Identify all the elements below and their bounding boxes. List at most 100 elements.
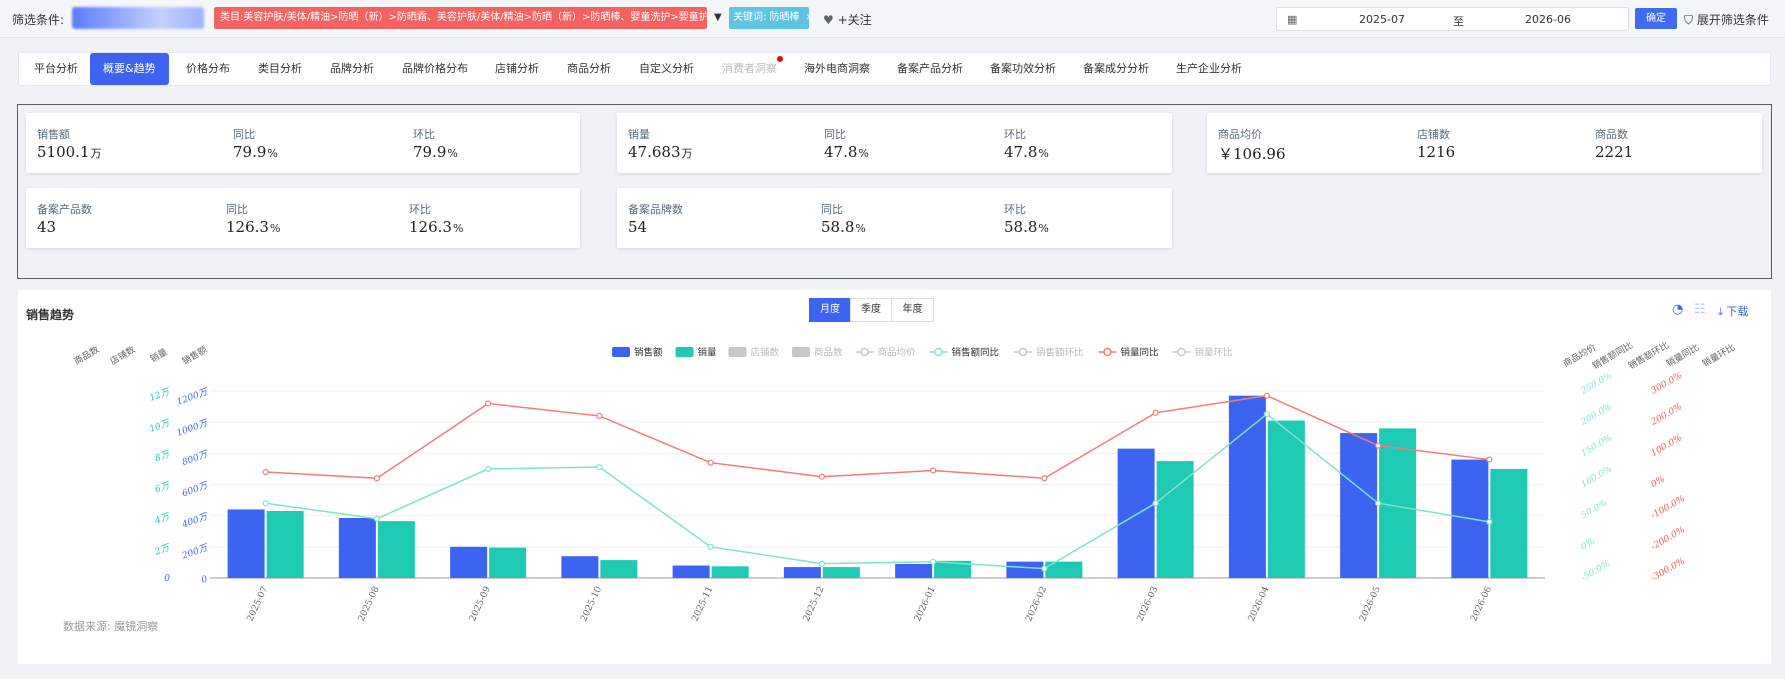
x-tick-label: 2026-03 xyxy=(1135,585,1160,623)
sales-mom-label: 环比 xyxy=(413,128,435,141)
x-tick-label: 2025-09 xyxy=(468,585,493,623)
filed-brands-value: 54 xyxy=(628,218,648,236)
point-volume-yoy xyxy=(262,468,269,476)
confirm-button[interactable]: 确定 xyxy=(1635,8,1677,29)
point-volume-yoy xyxy=(485,400,492,407)
bar-volume xyxy=(489,547,527,578)
legend-swatch xyxy=(792,347,810,357)
sales-yoy-value: 79.9% xyxy=(233,143,278,161)
tab-manufacturers[interactable]: 生产企业分析 xyxy=(1176,53,1242,85)
point-sales-yoy xyxy=(485,465,492,473)
bar-volume xyxy=(711,566,749,578)
y-tick-volume-yoy: -100.0% xyxy=(1650,494,1687,521)
bar-sales xyxy=(450,546,488,578)
tab-overseas[interactable]: 海外电商洞察 xyxy=(804,53,870,85)
bar-volume xyxy=(1267,420,1305,578)
avg-price-label: 商品均价 xyxy=(1218,128,1262,141)
y-tick-volume-yoy: 0% xyxy=(1650,474,1667,490)
date-from[interactable]: 2025-07 xyxy=(1359,13,1405,26)
close-icon[interactable]: ✕ xyxy=(806,13,814,23)
follow-button[interactable]: ♥ +关注 xyxy=(823,11,872,28)
y-tick-volume: 12万 xyxy=(148,387,173,404)
sales-card: 销售额 5100.1万 同比 79.9% 环比 79.9% xyxy=(26,113,580,173)
sales-trend-chart: 销售额 销量 店铺数 商品数 商品均价 销售额同比 销售额环比 销量同比 销量环比商品数 店铺数销… xyxy=(72,339,1737,623)
sales-trend-panel: 销售趋势 月度 季度 年度 ◔ ☷ ⤓ 下载 销售额 销量 店铺数 商品数 商品均价 销售… xyxy=(18,290,1771,664)
y-tick-sales-yoy: -50.0% xyxy=(1580,559,1612,583)
point-volume-yoy xyxy=(596,412,603,420)
calendar-icon: ▦ xyxy=(1287,13,1298,26)
date-to[interactable]: 2026-06 xyxy=(1525,13,1571,26)
date-range-picker[interactable]: ▦ 2025-07 至 2026-06 xyxy=(1276,7,1629,31)
bar-volume xyxy=(1490,468,1528,578)
follow-label: +关注 xyxy=(837,13,872,27)
sales-value: 5100.1万 xyxy=(37,143,102,161)
axis-title: 销售额环比 xyxy=(1626,339,1671,372)
volume-mom-value: 47.8% xyxy=(1004,143,1049,161)
tab-overview-trend[interactable]: 概要&趋势 xyxy=(90,53,169,85)
blurred-filter-chip[interactable] xyxy=(72,7,204,29)
point-sales-yoy xyxy=(262,500,269,507)
x-tick-label: 2026-02 xyxy=(1024,585,1049,623)
filter-bar: 筛选条件: 类目:美容护肤/美体/精油>防晒（新）>防晒霜、美容护肤/美体/精油… xyxy=(0,0,1785,38)
y-tick-sales-yoy: 100.0% xyxy=(1580,464,1615,490)
y-tick-zero: 0 xyxy=(164,574,170,584)
x-tick-label: 2025-11 xyxy=(690,585,715,623)
tab-platform[interactable]: 平台分析 xyxy=(34,53,78,85)
filed-products-mom-value: 126.3% xyxy=(409,218,464,236)
x-tick-label: 2026-04 xyxy=(1247,585,1272,623)
tab-brand-price[interactable]: 品牌价格分布 xyxy=(402,53,468,85)
y-tick-sales: 800万 xyxy=(181,449,211,468)
expand-filters-button[interactable]: ⛉ 展开筛选条件 xyxy=(1684,11,1769,28)
bar-sales xyxy=(227,509,265,578)
filed-products-yoy-label: 同比 xyxy=(226,203,248,216)
tab-consumer-insight-label: 消费者洞察 xyxy=(722,62,777,75)
y-tick-volume-yoy: 100.0% xyxy=(1650,433,1685,459)
caret-down-icon[interactable]: ▼ xyxy=(714,12,722,23)
legend-swatch xyxy=(1103,347,1112,357)
point-volume-yoy xyxy=(818,473,825,480)
heart-icon: ♥ xyxy=(823,13,834,27)
bar-volume xyxy=(1379,428,1417,578)
tab-shop[interactable]: 店铺分析 xyxy=(495,53,539,85)
filter-icon: ⛉ xyxy=(1684,13,1694,27)
point-volume-yoy xyxy=(373,475,380,482)
legend-swatch xyxy=(934,347,943,357)
y-tick-sales-yoy: 200.0% xyxy=(1579,402,1615,428)
filter-label: 筛选条件: xyxy=(12,13,65,27)
tab-brand[interactable]: 品牌分析 xyxy=(330,53,374,85)
tab-product[interactable]: 商品分析 xyxy=(567,53,611,85)
y-tick-volume: 8万 xyxy=(154,449,173,464)
point-sales-yoy xyxy=(707,543,714,550)
bar-sales xyxy=(1340,433,1378,578)
bar-volume xyxy=(600,560,638,578)
avg-price-value: ￥106.96 xyxy=(1218,145,1286,163)
filed-products-card: 备案产品数 43 同比 126.3% 环比 126.3% xyxy=(26,188,580,248)
y-tick-volume-yoy: -200.0% xyxy=(1650,525,1687,552)
legend-item: 销量环比 xyxy=(1195,347,1233,359)
tab-filed-ingredients[interactable]: 备案成分分析 xyxy=(1083,53,1149,85)
point-sales-yoy xyxy=(1041,565,1048,572)
legend-item: 商品数 xyxy=(814,347,843,359)
items-label: 商品数 xyxy=(1595,128,1628,141)
category-filter-tag[interactable]: 类目:美容护肤/美体/精油>防晒（新）>防晒霜、美容护肤/美体/精油>防晒（新）… xyxy=(214,7,707,29)
y-tick-volume: 10万 xyxy=(148,418,173,435)
bar-sales xyxy=(1006,561,1044,578)
tab-consumer-insight[interactable]: 消费者洞察 xyxy=(722,53,783,85)
tab-custom[interactable]: 自定义分析 xyxy=(639,53,694,85)
tab-filed-efficacy[interactable]: 备案功效分析 xyxy=(990,53,1056,85)
y-tick-sales-yoy: 50.0% xyxy=(1580,498,1610,521)
volume-yoy-value: 47.8% xyxy=(824,143,869,161)
legend-item: 销售额环比 xyxy=(1036,347,1084,359)
tab-price-distribution[interactable]: 价格分布 xyxy=(186,53,230,85)
filed-brands-mom-value: 58.8% xyxy=(1004,218,1049,236)
axis-title: 店铺数 xyxy=(108,343,137,367)
keyword-filter-tag[interactable]: 关键词: 防晒棒 ✕ xyxy=(729,7,813,29)
bar-sales xyxy=(1228,395,1266,578)
legend-swatch xyxy=(860,347,869,357)
tab-category[interactable]: 类目分析 xyxy=(258,53,302,85)
legend-swatch xyxy=(675,347,694,357)
volume-mom-label: 环比 xyxy=(1004,128,1026,141)
tab-filed-products[interactable]: 备案产品分析 xyxy=(897,53,963,85)
volume-value: 47.683万 xyxy=(628,143,693,161)
y-tick-volume: 6万 xyxy=(154,480,173,495)
